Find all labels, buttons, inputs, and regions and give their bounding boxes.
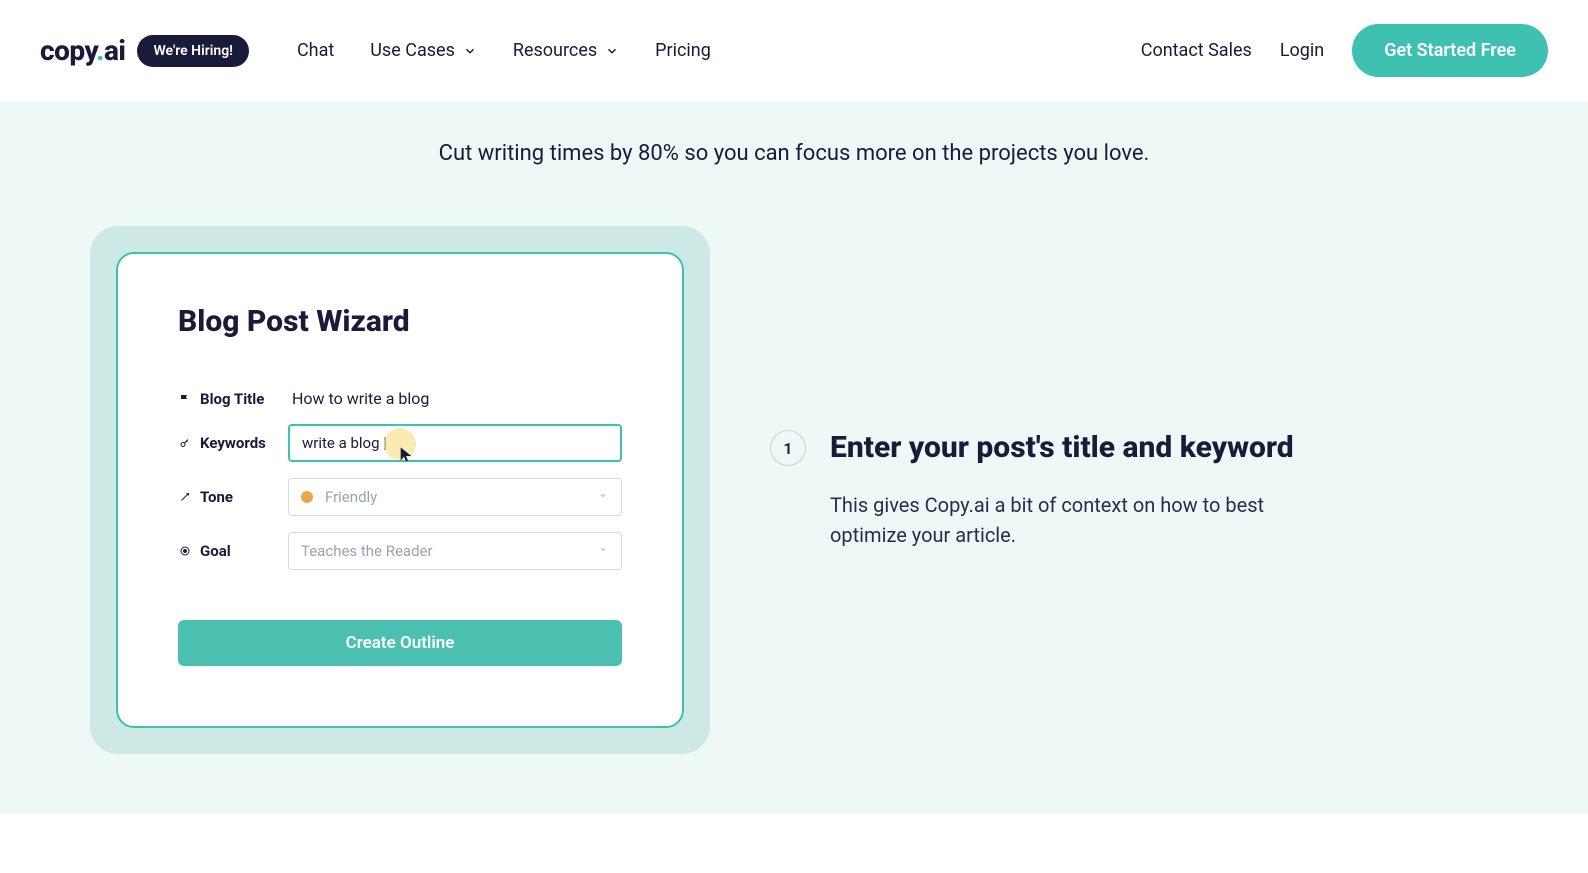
main-nav: Chat Use Cases Resources Pricing — [297, 40, 1141, 61]
tone-select[interactable]: Friendly — [288, 478, 622, 516]
tone-label: Tone — [200, 488, 233, 506]
get-started-button[interactable]: Get Started Free — [1352, 24, 1548, 77]
wizard-title: Blog Post Wizard — [178, 304, 622, 339]
target-icon — [178, 544, 192, 558]
nav-use-cases[interactable]: Use Cases — [370, 40, 477, 61]
tone-placeholder: Friendly — [325, 488, 377, 506]
step-number: 1 — [770, 430, 806, 466]
tone-color-dot — [301, 491, 313, 503]
logo[interactable]: copy.ai — [40, 34, 125, 67]
logo-group: copy.ai We're Hiring! — [40, 34, 249, 67]
nav-pricing-label: Pricing — [655, 40, 711, 61]
flag-icon — [178, 392, 192, 406]
nav-pricing[interactable]: Pricing — [655, 40, 711, 61]
blog-title-label: Blog Title — [200, 390, 264, 408]
chevron-down-icon — [597, 488, 609, 506]
hiring-badge[interactable]: We're Hiring! — [137, 35, 249, 67]
goal-label-group: Goal — [178, 542, 288, 560]
contact-sales-link[interactable]: Contact Sales — [1141, 40, 1252, 61]
cursor-icon — [398, 444, 414, 468]
row-blog-title: Blog Title How to write a blog — [178, 389, 622, 408]
keywords-input[interactable]: write a blog | — [288, 424, 622, 462]
step-description: This gives Copy.ai a bit of context on h… — [830, 490, 1310, 550]
keywords-label: Keywords — [200, 434, 266, 452]
wizard-card: Blog Post Wizard Blog Title How to write… — [116, 252, 684, 728]
nav-resources-label: Resources — [513, 40, 597, 61]
create-outline-button[interactable]: Create Outline — [178, 620, 622, 666]
row-goal: Goal Teaches the Reader — [178, 532, 622, 570]
chevron-down-icon — [597, 542, 609, 560]
step-title: Enter your post's title and keyword — [830, 430, 1294, 466]
goal-select[interactable]: Teaches the Reader — [288, 532, 622, 570]
row-keywords: Keywords write a blog | — [178, 424, 622, 462]
chevron-down-icon — [605, 44, 619, 58]
login-link[interactable]: Login — [1280, 40, 1324, 61]
tone-label-group: Tone — [178, 488, 288, 506]
row-tone: Tone Friendly — [178, 478, 622, 516]
nav-resources[interactable]: Resources — [513, 40, 619, 61]
logo-dot: . — [96, 34, 104, 67]
tagline: Cut writing times by 80% so you can focu… — [0, 141, 1588, 166]
nav-chat[interactable]: Chat — [297, 40, 334, 61]
chevron-down-icon — [463, 44, 477, 58]
goal-placeholder: Teaches the Reader — [301, 542, 433, 560]
step-header: 1 Enter your post's title and keyword — [770, 430, 1310, 466]
header-right: Contact Sales Login Get Started Free — [1141, 24, 1548, 77]
nav-chat-label: Chat — [297, 40, 334, 61]
blog-title-label-group: Blog Title — [178, 390, 288, 408]
site-header: copy.ai We're Hiring! Chat Use Cases Res… — [0, 0, 1588, 101]
goal-label: Goal — [200, 542, 231, 560]
content-row: Blog Post Wizard Blog Title How to write… — [0, 226, 1588, 754]
main-section: Cut writing times by 80% so you can focu… — [0, 101, 1588, 814]
wizard-card-outer: Blog Post Wizard Blog Title How to write… — [90, 226, 710, 754]
keywords-label-group: Keywords — [178, 434, 288, 452]
logo-text-suffix: ai — [104, 34, 126, 67]
wand-icon — [178, 490, 192, 504]
nav-use-cases-label: Use Cases — [370, 40, 455, 61]
step-block: 1 Enter your post's title and keyword Th… — [770, 430, 1310, 550]
blog-title-value: How to write a blog — [288, 389, 429, 408]
logo-text-main: copy — [40, 34, 96, 67]
key-icon — [178, 436, 192, 450]
keywords-value: write a blog | — [302, 434, 387, 452]
